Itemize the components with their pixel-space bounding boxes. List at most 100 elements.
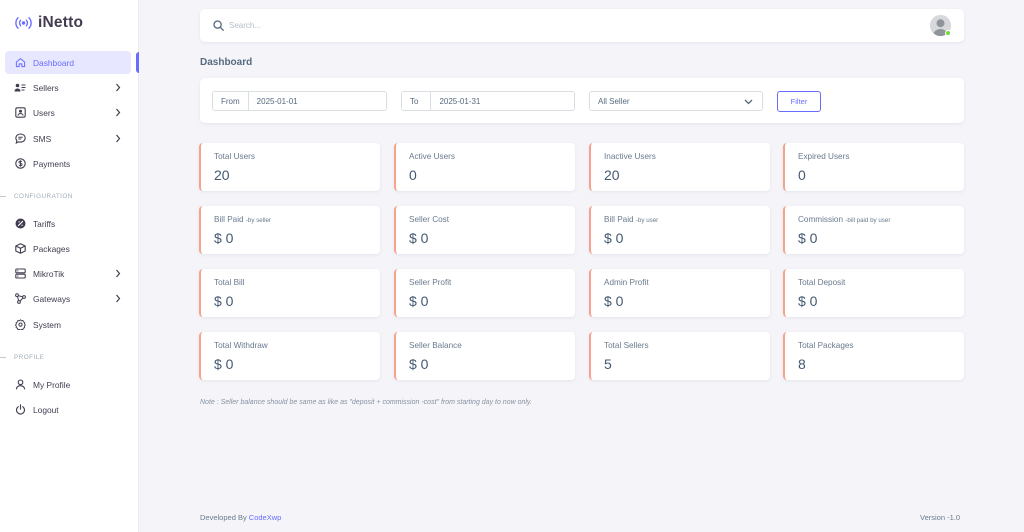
stat-value: $ 0 <box>409 230 429 246</box>
stat-value: 5 <box>604 356 612 372</box>
footer-version: Version -1.0 <box>920 513 961 522</box>
stat-card-bill-paid-by-seller: Bill Paid -by seller $ 0 <box>199 206 380 254</box>
stat-value: 8 <box>798 356 806 372</box>
stat-label: Total Bill <box>214 278 245 287</box>
stat-value: 0 <box>409 167 417 183</box>
sidebar-item-logout[interactable]: Logout <box>5 398 131 421</box>
sidebar-item-users[interactable]: Users <box>5 101 131 124</box>
filter-card: From 2025-01-01 To 2025-01-31 All Seller… <box>200 78 964 123</box>
section-header-profile: PROFILE <box>0 352 139 362</box>
sidebar-item-dashboard[interactable]: Dashboard <box>5 51 131 74</box>
search-input[interactable] <box>229 18 529 33</box>
chevron-right-icon <box>115 294 121 305</box>
dollar-circle-icon <box>14 158 26 170</box>
sidebar-item-label: Payments <box>33 158 71 169</box>
footer-developed-by: Developed By <box>200 513 247 522</box>
to-label: To <box>402 92 432 110</box>
brand-name: iNetto <box>38 14 84 31</box>
stat-label: Seller Balance <box>409 341 462 350</box>
search-icon[interactable] <box>213 20 224 33</box>
stat-card-total-packages: Total Packages 8 <box>783 332 964 380</box>
chevron-right-icon <box>115 108 121 119</box>
stat-card-expired-users: Expired Users 0 <box>783 143 964 191</box>
stat-value: 0 <box>798 167 806 183</box>
sidebar-item-label: System <box>33 319 61 330</box>
from-date-input[interactable]: 2025-01-01 <box>249 92 386 110</box>
seller-select-value: All Seller <box>598 96 630 106</box>
sidebar-item-payments[interactable]: Payments <box>5 152 131 175</box>
developer-link[interactable]: CodeXwp <box>249 513 282 522</box>
server-icon <box>14 268 26 280</box>
balance-note: Note : Seller balance should be same as … <box>200 399 532 406</box>
stat-value: $ 0 <box>409 293 429 309</box>
sidebar-item-system[interactable]: System <box>5 313 131 336</box>
to-date-input[interactable]: 2025-01-31 <box>431 92 574 110</box>
from-date-group: From 2025-01-01 <box>212 91 387 111</box>
stat-label: Admin Profit <box>604 278 649 287</box>
brand-logo[interactable]: iNetto <box>15 13 83 33</box>
sidebar-item-label: Gateways <box>33 293 71 304</box>
chat-bubble-icon <box>14 133 26 145</box>
sidebar-item-sms[interactable]: SMS <box>5 127 131 150</box>
sidebar-item-label: Packages <box>33 243 70 254</box>
stat-value: $ 0 <box>214 293 234 309</box>
stat-label: Total Sellers <box>604 341 649 350</box>
sidebar-item-label: MikroTik <box>33 268 65 279</box>
stat-label: Total Users <box>214 152 255 161</box>
stat-label: Bill Paid <box>604 215 634 224</box>
stat-label: Expired Users <box>798 152 850 161</box>
page-title: Dashboard <box>200 57 253 68</box>
sidebar-item-sellers[interactable]: Sellers <box>5 76 131 99</box>
stat-card-total-bill: Total Bill $ 0 <box>199 269 380 317</box>
stat-card-active-users: Active Users 0 <box>394 143 575 191</box>
sidebar-item-label: Logout <box>33 404 59 415</box>
from-label: From <box>213 92 249 110</box>
stat-label: Bill Paid <box>214 215 244 224</box>
user-icon <box>14 379 26 391</box>
package-box-icon <box>14 243 26 255</box>
power-icon <box>14 404 26 416</box>
stat-card-seller-profit: Seller Profit $ 0 <box>394 269 575 317</box>
stat-card-seller-balance: Seller Balance $ 0 <box>394 332 575 380</box>
stat-card-total-withdraw: Total Withdraw $ 0 <box>199 332 380 380</box>
sidebar-item-label: Sellers <box>33 82 59 93</box>
stat-label: Active Users <box>409 152 455 161</box>
filter-button[interactable]: Filter <box>777 91 821 112</box>
sidebar: iNetto Dashboard Sellers Users SMS Payme… <box>0 0 139 532</box>
network-nodes-icon <box>14 293 26 305</box>
stat-label: Commission <box>798 215 844 224</box>
stat-card-total-sellers: Total Sellers 5 <box>589 332 770 380</box>
gear-icon <box>14 319 26 331</box>
stat-sublabel: -bill paid by user <box>845 217 891 224</box>
stat-label: Inactive Users <box>604 152 656 161</box>
seller-select[interactable]: All Seller <box>589 91 763 111</box>
stat-value: $ 0 <box>798 230 818 246</box>
stat-value: 20 <box>214 167 230 183</box>
stat-card-total-deposit: Total Deposit $ 0 <box>783 269 964 317</box>
top-navbar <box>200 9 964 42</box>
sidebar-item-tariffs[interactable]: Tariffs <box>5 212 131 235</box>
sidebar-item-label: SMS <box>33 133 52 144</box>
chevron-right-icon <box>115 134 121 145</box>
stat-card-bill-paid-by-user: Bill Paid -by user $ 0 <box>589 206 770 254</box>
sidebar-item-gateways[interactable]: Gateways <box>5 287 131 310</box>
sidebar-item-packages[interactable]: Packages <box>5 237 131 260</box>
stat-value: $ 0 <box>604 230 624 246</box>
stat-card-inactive-users: Inactive Users 20 <box>589 143 770 191</box>
stat-value: $ 0 <box>604 293 624 309</box>
stat-label: Total Packages <box>798 341 854 350</box>
sidebar-item-my-profile[interactable]: My Profile <box>5 373 131 396</box>
sidebar-item-mikrotik[interactable]: MikroTik <box>5 262 131 285</box>
stat-card-seller-cost: Seller Cost $ 0 <box>394 206 575 254</box>
sidebar-item-label: Users <box>33 107 55 118</box>
stat-card-total-users: Total Users 20 <box>199 143 380 191</box>
stat-label: Seller Cost <box>409 215 450 224</box>
stat-value: 20 <box>604 167 620 183</box>
stat-value: $ 0 <box>214 230 234 246</box>
active-indicator <box>136 52 139 73</box>
online-status-dot <box>945 30 951 36</box>
sidebar-item-label: My Profile <box>33 379 71 390</box>
chevron-right-icon <box>115 83 121 94</box>
stat-value: $ 0 <box>214 356 234 372</box>
stat-card-admin-profit: Admin Profit $ 0 <box>589 269 770 317</box>
